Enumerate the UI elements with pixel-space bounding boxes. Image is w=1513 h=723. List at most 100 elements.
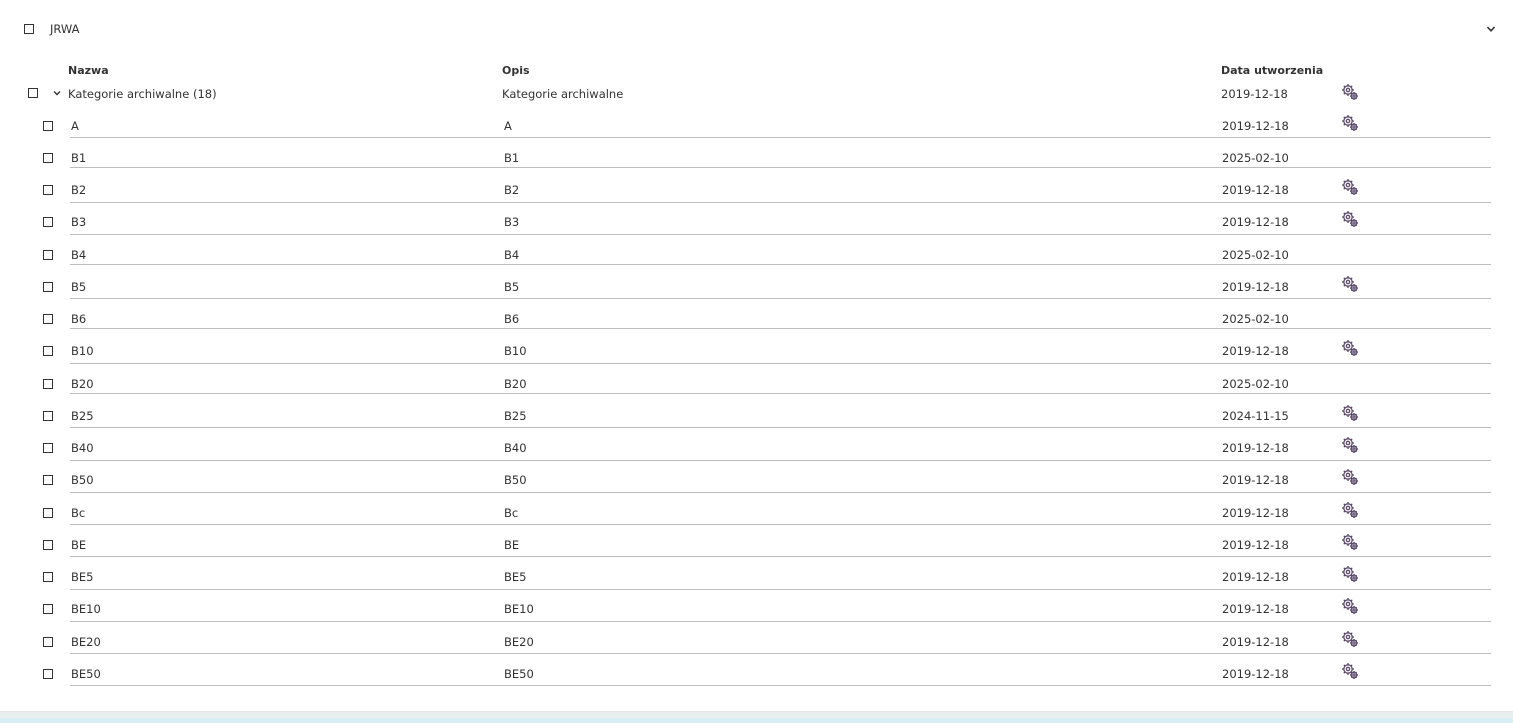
row-select-checkbox[interactable]	[43, 217, 53, 227]
row-divider	[70, 685, 1491, 686]
row-divider	[70, 653, 1491, 654]
row-divider	[70, 492, 1491, 493]
row-name: B50	[71, 473, 94, 487]
row-select-checkbox[interactable]	[43, 540, 53, 550]
gear-icon[interactable]	[1340, 564, 1360, 584]
row-description: Bc	[504, 506, 519, 520]
row-select-checkbox[interactable]	[43, 508, 53, 518]
gear-icon[interactable]	[1340, 209, 1360, 229]
gear-icon[interactable]	[1340, 532, 1360, 552]
gear-icon[interactable]	[1340, 403, 1360, 423]
row-select-checkbox[interactable]	[43, 572, 53, 582]
row-divider	[70, 556, 1491, 557]
row-created-date: 2019-12-18	[1222, 635, 1289, 649]
gear-icon[interactable]	[1340, 500, 1360, 520]
group-expand-chevron-icon[interactable]	[51, 87, 63, 99]
row-select-checkbox[interactable]	[43, 346, 53, 356]
row-name: BE10	[71, 602, 101, 616]
gear-icon[interactable]	[1340, 338, 1360, 358]
row-description: A	[504, 119, 512, 133]
row-select-checkbox[interactable]	[43, 314, 53, 324]
row-description: B2	[504, 183, 520, 197]
row-created-date: 2019-12-18	[1222, 506, 1289, 520]
row-name: Bc	[71, 506, 86, 520]
row-name: B25	[71, 409, 94, 423]
row-description: B20	[504, 377, 527, 391]
row-created-date: 2025-02-10	[1222, 377, 1289, 391]
row-description: B10	[504, 344, 527, 358]
row-select-checkbox[interactable]	[43, 604, 53, 614]
row-select-checkbox[interactable]	[43, 411, 53, 421]
row-divider	[70, 137, 1491, 138]
gear-icon[interactable]	[1340, 596, 1360, 616]
chevron-down-icon[interactable]	[1485, 23, 1497, 35]
row-description: BE50	[504, 667, 534, 681]
row-select-checkbox[interactable]	[43, 669, 53, 679]
gear-icon[interactable]	[1340, 113, 1360, 133]
row-description: B50	[504, 473, 527, 487]
gear-icon[interactable]	[1340, 629, 1360, 649]
row-select-checkbox[interactable]	[43, 185, 53, 195]
row-name: B6	[71, 312, 87, 326]
row-divider	[70, 234, 1491, 235]
row-select-checkbox[interactable]	[43, 153, 53, 163]
row-divider	[70, 328, 1491, 329]
row-description: BE20	[504, 635, 534, 649]
row-created-date: 2019-12-18	[1222, 538, 1289, 552]
row-created-date: 2019-12-18	[1222, 280, 1289, 294]
row-select-checkbox[interactable]	[43, 475, 53, 485]
row-description: B3	[504, 215, 520, 229]
row-divider	[70, 298, 1491, 299]
row-name: BE50	[71, 667, 101, 681]
group-description: Kategorie archiwalne	[502, 87, 624, 101]
row-divider	[70, 621, 1491, 622]
row-select-checkbox[interactable]	[43, 250, 53, 260]
row-divider	[70, 393, 1491, 394]
row-created-date: 2025-02-10	[1222, 248, 1289, 262]
row-select-checkbox[interactable]	[43, 121, 53, 131]
row-divider	[70, 202, 1491, 203]
row-name: B5	[71, 280, 87, 294]
row-created-date: 2019-12-18	[1222, 441, 1289, 455]
row-created-date: 2025-02-10	[1222, 312, 1289, 326]
gear-icon[interactable]	[1340, 435, 1360, 455]
row-name: B1	[71, 151, 87, 165]
row-divider	[70, 524, 1491, 525]
row-description: B40	[504, 441, 527, 455]
row-select-checkbox[interactable]	[43, 282, 53, 292]
row-name: B3	[71, 215, 87, 229]
row-divider	[70, 363, 1491, 364]
row-created-date: 2024-11-15	[1222, 409, 1289, 423]
row-description: B1	[504, 151, 520, 165]
row-select-checkbox[interactable]	[43, 443, 53, 453]
gear-icon[interactable]	[1340, 82, 1360, 102]
row-created-date: 2025-02-10	[1222, 151, 1289, 165]
row-name: B10	[71, 344, 94, 358]
row-select-checkbox[interactable]	[43, 637, 53, 647]
row-divider	[70, 167, 1491, 168]
row-name: B20	[71, 377, 94, 391]
row-created-date: 2019-12-18	[1222, 119, 1289, 133]
row-description: BE	[504, 538, 520, 552]
group-created-date: 2019-12-18	[1221, 87, 1288, 101]
row-select-checkbox[interactable]	[43, 379, 53, 389]
gear-icon[interactable]	[1340, 274, 1360, 294]
row-created-date: 2019-12-18	[1222, 183, 1289, 197]
row-created-date: 2019-12-18	[1222, 667, 1289, 681]
row-created-date: 2019-12-18	[1222, 570, 1289, 584]
row-name: A	[71, 119, 79, 133]
gear-icon[interactable]	[1340, 177, 1360, 197]
row-divider	[70, 460, 1491, 461]
row-divider	[70, 589, 1491, 590]
row-description: B6	[504, 312, 520, 326]
column-header-name[interactable]: Nazwa	[68, 64, 109, 78]
row-created-date: 2019-12-18	[1222, 215, 1289, 229]
group-select-checkbox[interactable]	[28, 88, 38, 98]
row-description: BE10	[504, 602, 534, 616]
column-header-description[interactable]: Opis	[502, 64, 530, 78]
column-header-created[interactable]: Data utworzenia	[1221, 64, 1323, 78]
gear-icon[interactable]	[1340, 661, 1360, 681]
section-select-checkbox[interactable]	[24, 24, 34, 34]
gear-icon[interactable]	[1340, 467, 1360, 487]
row-divider	[70, 264, 1491, 265]
